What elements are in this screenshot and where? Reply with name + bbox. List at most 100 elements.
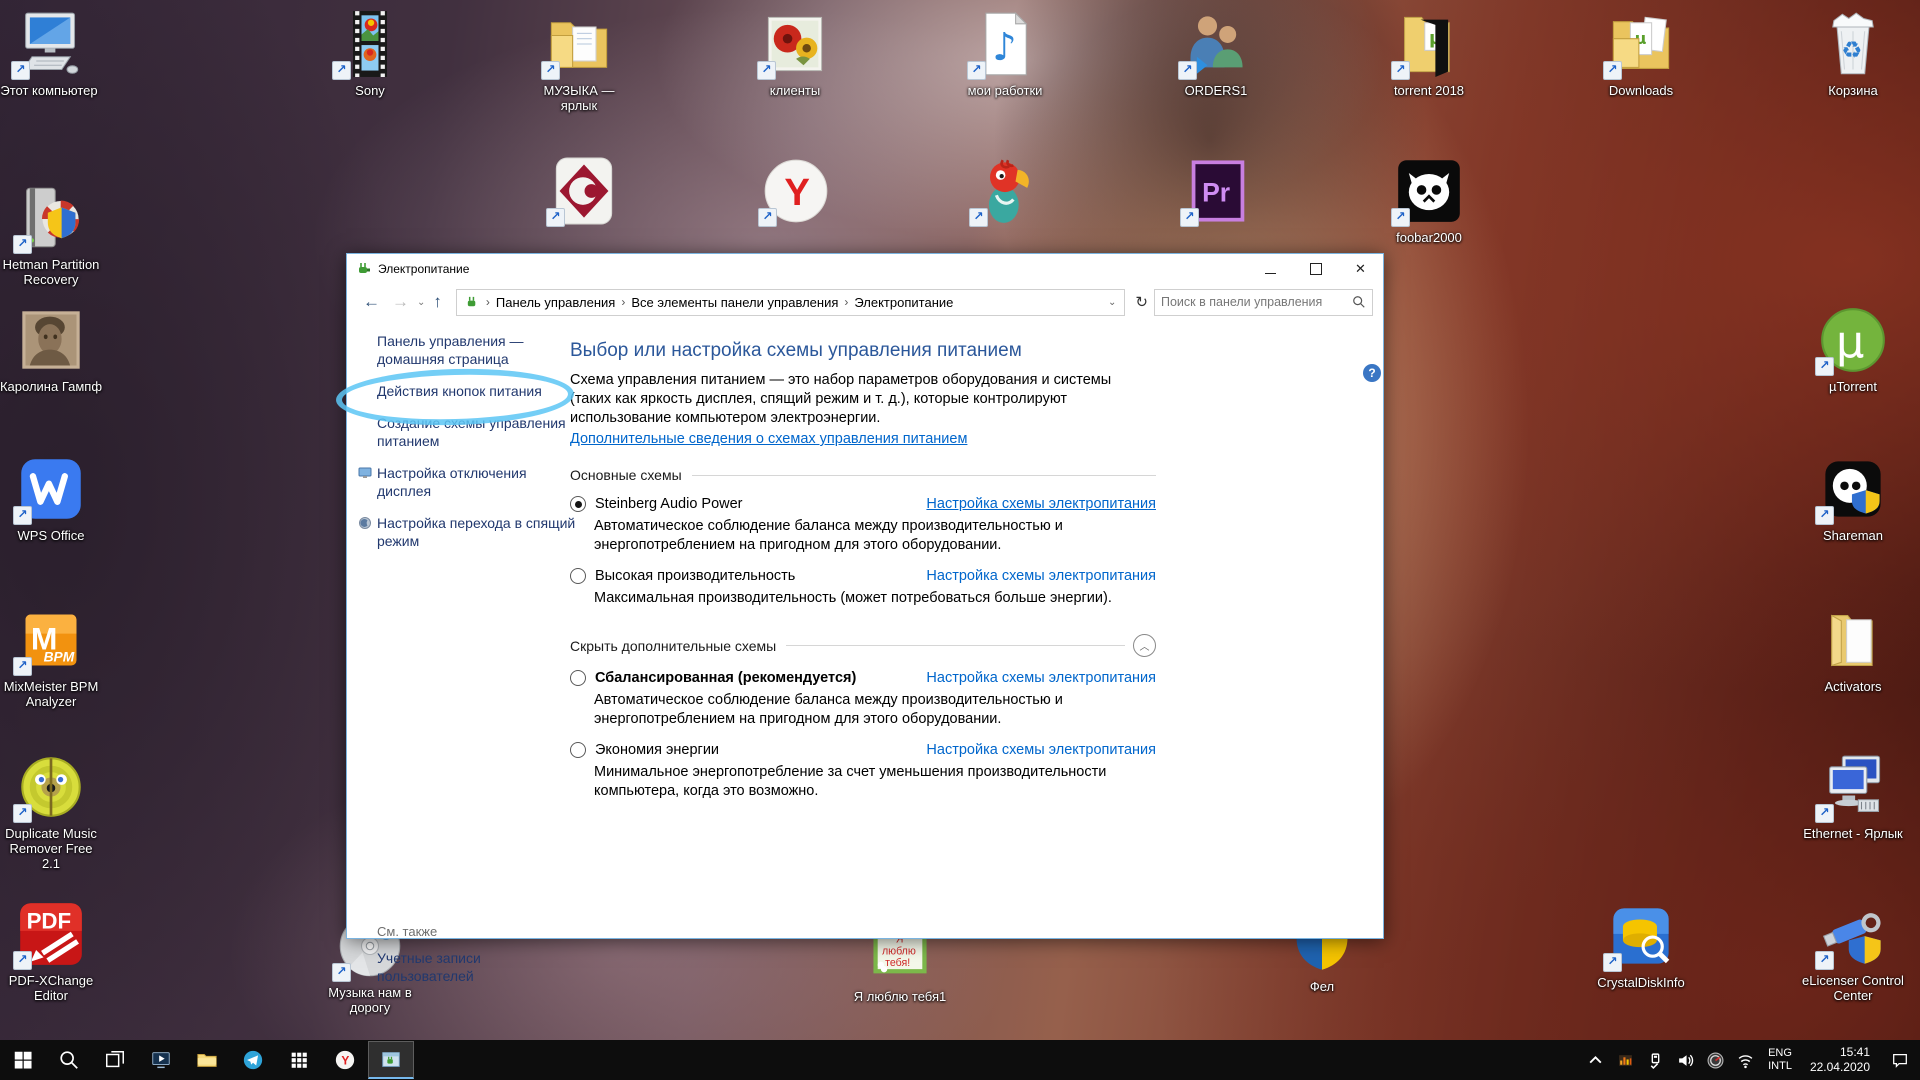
search-icon [1352,295,1366,309]
search-box[interactable]: Поиск в панели управления [1154,289,1373,316]
scheme-settings-link[interactable]: Настройка схемы электропитания [926,496,1156,512]
desktop-icon-shareman[interactable]: ↗Shareman [1801,455,1905,543]
desktop-icon-recycle-bin[interactable]: ♻Корзина [1801,10,1905,98]
tray-audio-app-icon[interactable] [1610,1040,1640,1080]
desktop-icon-crystaldisk[interactable]: ↗CrystalDiskInfo [1589,902,1693,990]
cubase-icon: ↗ [550,157,618,225]
desktop-icon-foobar[interactable]: ↗foobar2000 [1377,157,1481,245]
taskbar-app-grid-icon[interactable] [276,1040,322,1080]
desktop-icon-mixmeister[interactable]: MBPM↗MixMeister BPM Analyzer [0,606,103,709]
address-dropdown-icon[interactable]: ⌄ [1104,297,1120,308]
maximize-button[interactable] [1293,254,1338,284]
radio-button-selected[interactable] [570,496,586,512]
sidebar-item-0[interactable]: Панель управления — домашняя страница [377,332,577,368]
shortcut-arrow-icon: ↗ [1603,61,1622,80]
shortcut-arrow-icon: ↗ [1180,208,1199,227]
power-window-icon [380,1049,402,1071]
scheme-name: Экономия энергии [595,742,719,758]
radio-button[interactable] [570,568,586,584]
sidebar-item-user-accounts[interactable]: Учетные записи пользователей [377,949,547,985]
radio-button[interactable] [570,670,586,686]
taskbar-task-view-icon[interactable] [92,1040,138,1080]
desktop-icon-utorrent[interactable]: µ↗µTorrent [1801,306,1905,394]
shareman-icon: ↗ [1819,455,1887,523]
tray-volume-icon[interactable] [1670,1040,1700,1080]
desktop-icon-premiere[interactable]: Pr↗ [1166,157,1270,225]
shortcut-arrow-icon: ↗ [967,61,986,80]
music-doc-icon: ♪↗ [971,10,1039,78]
group-main-schemes: Основные схемы [570,467,1156,483]
navigation-toolbar: ← → ⌄ ↑ › Панель управления › Все элемен… [347,284,1383,320]
shortcut-arrow-icon: ↗ [1391,208,1410,227]
desktop-icon-flowers-photo[interactable]: ↗клиенты [743,10,847,98]
refresh-icon[interactable]: ↻ [1129,293,1154,311]
back-button[interactable]: ← [363,292,380,312]
desktop-icon-label: MixMeister BPM Analyzer [0,679,103,709]
tray-hidden-icons-chevron-icon[interactable] [1580,1040,1610,1080]
taskbar-start-icon[interactable] [0,1040,46,1080]
language-indicator[interactable]: ENG INTL [1760,1047,1800,1073]
desktop-icon-label: Фел [1270,979,1374,994]
torrent-folder-open-icon: µ↗ [1395,10,1463,78]
breadcrumb-control-panel[interactable]: Панель управления [492,295,619,310]
window-titlebar[interactable]: Электропитание ✕ [347,254,1383,284]
date-text: 22.04.2020 [1810,1060,1870,1075]
desktop-icon-hetman[interactable]: ↗Hetman Partition Recovery [0,184,103,287]
desktop-icon-elicenser[interactable]: ↗eLicenser Control Center [1801,900,1905,1003]
clock[interactable]: 15:41 22.04.2020 [1800,1045,1880,1075]
breadcrumb-all-items[interactable]: Все элементы панели управления [627,295,842,310]
system-tray: ENG INTL 15:41 22.04.2020 [1580,1040,1920,1080]
up-button[interactable]: ↑ [433,292,442,312]
desktop-icon-folder-open[interactable]: Activators [1801,606,1905,694]
taskbar-file-explorer-icon[interactable] [184,1040,230,1080]
radio-button[interactable] [570,742,586,758]
forward-button[interactable]: → [392,292,409,312]
desktop-icon-pdf-xchange[interactable]: PDF↗PDF-XChange Editor [0,900,103,1003]
breadcrumb-power-options[interactable]: Электропитание [850,295,957,310]
desktop-icon-cubase[interactable]: ↗ [532,157,636,225]
taskbar-telegram-icon[interactable] [230,1040,276,1080]
desktop-icon-folder[interactable]: ↗МУЗЫКА — ярлык [527,10,631,113]
desktop-icon-torrent-folder-open[interactable]: µ↗torrent 2018 [1377,10,1481,98]
desktop-icon-portrait[interactable]: Каролина Гампф [0,306,103,394]
help-icon[interactable]: ? [1363,364,1381,382]
taskbar-left-icons: Y [0,1040,368,1080]
tray-usb-device-icon[interactable] [1640,1040,1670,1080]
desktop-icon-ethernet[interactable]: ↗Ethernet - Ярлык [1801,753,1905,841]
desktop-icon-this-pc[interactable]: ↗Этот компьютер [0,10,101,98]
tray-recorder-icon[interactable] [1700,1040,1730,1080]
sidebar-item-2[interactable]: Создание схемы управления питанием [377,414,577,450]
address-bar[interactable]: › Панель управления › Все элементы панел… [456,289,1126,316]
minimize-button[interactable] [1248,254,1293,284]
collapse-chevron-icon[interactable]: ︿ [1133,634,1156,657]
sidebar-item-4[interactable]: Настройка перехода в спящий режим [377,514,577,550]
scheme-settings-link[interactable]: Настройка схемы электропитания [926,670,1156,686]
this-pc-icon: ↗ [15,10,83,78]
history-dropdown-icon[interactable]: ⌄ [417,297,425,308]
more-info-link[interactable]: Дополнительные сведения о схемах управле… [570,431,967,447]
taskbar-yandex-browser-small-icon[interactable]: Y [322,1040,368,1080]
desktop-icon-duplicate-music[interactable]: ↗Duplicate Music Remover Free 2.1 [0,753,103,871]
desktop-icon-filmstrip[interactable]: ↗Sony [318,10,422,98]
desktop-icon-torrent-folder[interactable]: µ↗Downloads [1589,10,1693,98]
scheme-settings-link[interactable]: Настройка схемы электропитания [926,568,1156,584]
duplicate-music-icon: ↗ [17,753,85,821]
desktop-icon-music-doc[interactable]: ♪↗мои работки [953,10,1057,98]
shortcut-arrow-icon: ↗ [1603,953,1622,972]
sidebar-item-1[interactable]: Действия кнопок питания [377,382,577,400]
desktop-icon-wps[interactable]: ↗WPS Office [0,455,103,543]
tray-wifi-icon[interactable] [1730,1040,1760,1080]
desktop-icon-parrot[interactable]: ↗ [955,157,1059,225]
action-center-icon[interactable] [1880,1040,1920,1080]
desktop-icon-yandex-browser[interactable]: Y↗ [744,157,848,225]
desktop-icon-users[interactable]: ↗ORDERS1 [1164,10,1268,98]
close-button[interactable]: ✕ [1338,254,1383,284]
taskbar-movies-tv-icon[interactable] [138,1040,184,1080]
scheme-settings-link[interactable]: Настройка схемы электропитания [926,742,1156,758]
divider [692,475,1156,476]
sidebar-item-3[interactable]: Настройка отключения дисплея [377,464,577,500]
taskbar-active-app-button[interactable] [368,1041,414,1079]
filmstrip-icon: ↗ [336,10,404,78]
display-mini-icon [358,466,372,480]
taskbar-search-icon[interactable] [46,1040,92,1080]
